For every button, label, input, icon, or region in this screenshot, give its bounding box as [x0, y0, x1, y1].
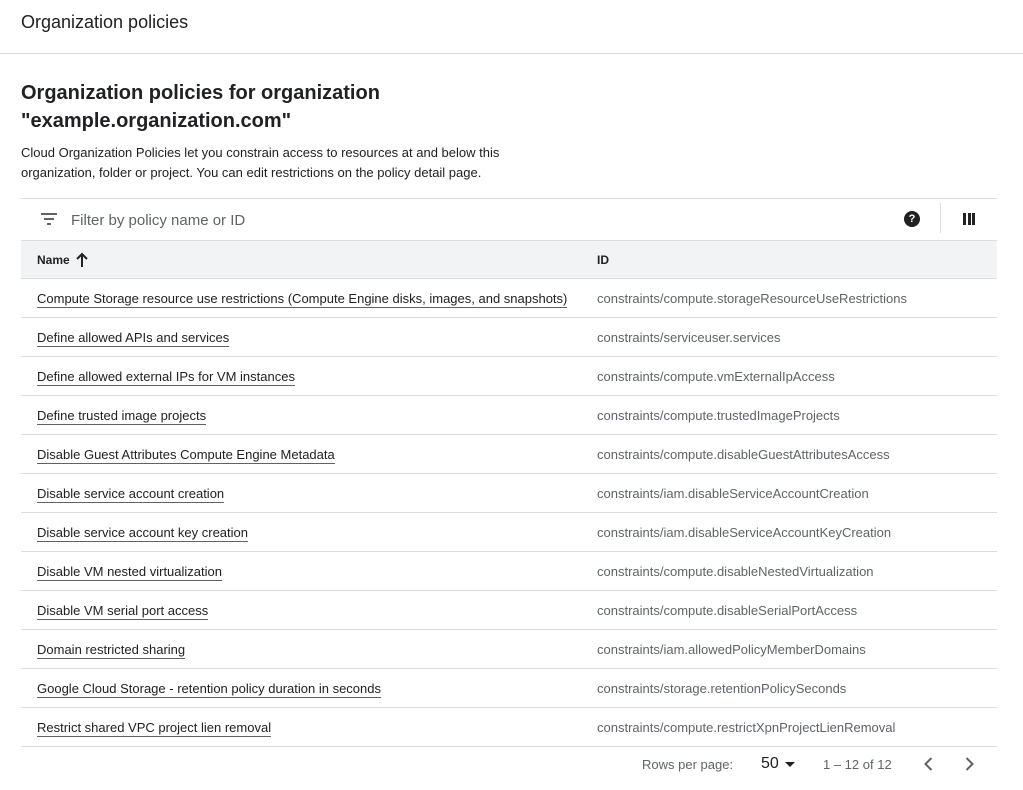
table-row: Disable service account creation constrai… [21, 474, 997, 513]
policy-name-link[interactable]: Disable VM nested virtualization [37, 564, 222, 581]
policy-id: constraints/compute.trustedImageProjects [597, 408, 840, 423]
policy-name-link[interactable]: Define trusted image projects [37, 408, 207, 425]
next-page-icon[interactable] [959, 754, 979, 774]
sort-ascending-icon[interactable] [75, 252, 89, 268]
policy-name-link[interactable]: Compute Storage resource use restriction… [37, 291, 568, 308]
table-row: Domain restricted sharing constraints/iam… [21, 630, 997, 669]
policy-name-link[interactable]: Google Cloud Storage - retention policy … [37, 681, 381, 698]
rows-per-page-label: Rows per page: [642, 757, 734, 772]
table-row: Disable VM nested virtualization constrai… [21, 552, 997, 591]
top-bar: Organization policies [0, 0, 1023, 54]
table-row: Define allowed APIs and services constrai… [21, 318, 997, 357]
previous-page-icon[interactable] [919, 754, 939, 774]
policy-id: constraints/storage.retentionPolicySecon… [597, 681, 847, 696]
policy-name-link[interactable]: Disable VM serial port access [37, 603, 209, 620]
table-body: Compute Storage resource use restriction… [21, 279, 997, 747]
page-title: Organization policies [21, 12, 189, 32]
policy-name-link[interactable]: Define allowed APIs and services [37, 330, 230, 347]
rows-per-page-select[interactable]: 50 [761, 754, 779, 774]
policy-name-link[interactable]: Restrict shared VPC project lien removal [37, 720, 272, 737]
policies-table: Name ID Compute Storage resource use res… [21, 240, 997, 747]
column-header-id[interactable]: ID [597, 252, 609, 268]
policy-id: constraints/compute.storageResourceUseRe… [597, 291, 907, 306]
filter-icon[interactable] [41, 213, 57, 226]
section-heading: Organization policies for organization "… [21, 82, 380, 132]
policy-id: constraints/compute.disableGuestAttribut… [597, 447, 890, 462]
policy-id: constraints/compute.vmExternalIpAccess [597, 369, 835, 384]
policy-id: constraints/compute.disableSerialPortAcc… [597, 603, 858, 618]
policy-name-link[interactable]: Define allowed external IPs for VM insta… [37, 369, 295, 386]
policy-id: constraints/iam.disableServiceAccountKey… [597, 525, 892, 540]
filter-bar: ? [21, 198, 997, 240]
table-row: Restrict shared VPC project lien removal… [21, 708, 997, 747]
policy-name-link[interactable]: Disable service account key creation [37, 525, 248, 542]
policy-name-link[interactable]: Disable Guest Attributes Compute Engine … [37, 447, 335, 464]
policy-id: constraints/iam.allowedPolicyMemberDomai… [597, 642, 866, 657]
toolbar-divider [940, 203, 941, 233]
pagination-bar: Rows per page: 50 1 – 12 of 12 [21, 748, 997, 782]
column-display-icon[interactable] [963, 213, 975, 225]
policy-id: constraints/compute.disableNestedVirtual… [597, 564, 874, 579]
section-description: Cloud Organization Policies let you cons… [21, 145, 500, 180]
help-icon[interactable]: ? [904, 211, 920, 227]
policy-id: constraints/compute.restrictXpnProjectLi… [597, 720, 896, 735]
table-row: Compute Storage resource use restriction… [21, 279, 997, 318]
table-row: Disable service account key creation cons… [21, 513, 997, 552]
table-row: Google Cloud Storage - retention policy … [21, 669, 997, 708]
filter-input[interactable] [71, 207, 671, 233]
table-row: Disable VM serial port access constraints… [21, 591, 997, 630]
table-row: Disable Guest Attributes Compute Engine … [21, 435, 997, 474]
table-row: Define trusted image projects constraints… [21, 396, 997, 435]
policy-id: constraints/serviceuser.services [597, 330, 781, 345]
policy-name-link[interactable]: Domain restricted sharing [37, 642, 186, 659]
table-header: Name ID [21, 240, 997, 279]
pagination-range: 1 – 12 of 12 [823, 757, 892, 772]
table-row: Define allowed external IPs for VM insta… [21, 357, 997, 396]
policy-name-link[interactable]: Disable service account creation [37, 486, 225, 503]
policy-id: constraints/iam.disableServiceAccountCre… [597, 486, 869, 501]
dropdown-caret-icon[interactable] [785, 762, 795, 767]
column-header-name[interactable]: Name [37, 252, 70, 268]
